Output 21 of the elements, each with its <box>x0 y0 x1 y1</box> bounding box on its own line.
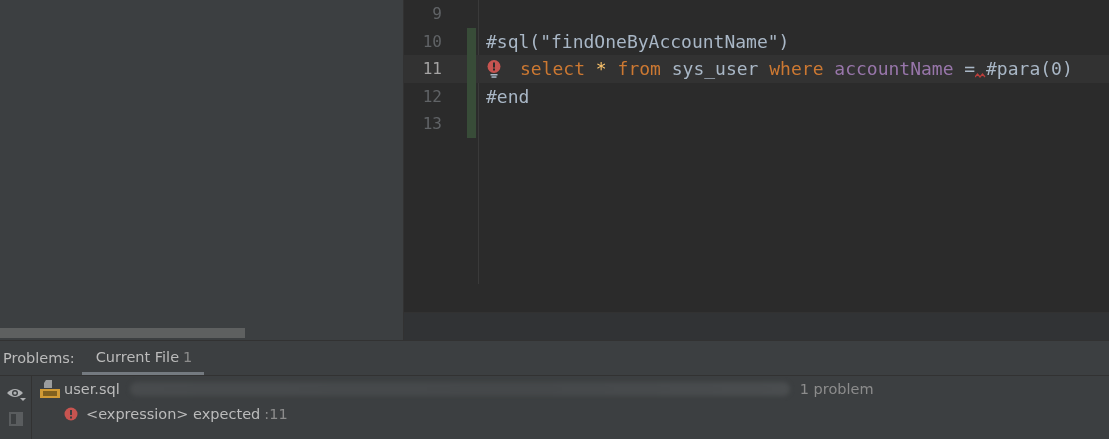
error-bulb-icon[interactable] <box>487 59 501 78</box>
code-line: #sql("findOneByAccountName") <box>486 30 790 52</box>
line-number: 12 <box>421 86 442 106</box>
code-line: select * from sys_user where accountName = #para(0) <box>520 58 1073 80</box>
error-icon <box>64 406 78 421</box>
line-number: 10 <box>421 31 442 51</box>
eye-icon[interactable] <box>5 386 26 402</box>
error-squiggle <box>975 73 987 79</box>
line-number: 13 <box>421 114 442 134</box>
problem-message[interactable]: <expression> expected <box>86 405 261 422</box>
problems-label: Problems: <box>3 350 75 366</box>
sql-file-icon <box>40 379 60 398</box>
problem-count: 1 problem <box>799 380 874 397</box>
line-number: 11 <box>421 59 442 79</box>
problem-location: :11 <box>264 405 288 422</box>
file-name[interactable]: user.sql <box>64 380 120 397</box>
code-editor[interactable]: 9 10 #sql("findOneByAccountName") 11 select * from sys_user where accountName = #para(0) 12 #end 13 <box>404 0 1109 312</box>
line-number: 9 <box>431 4 442 24</box>
scrollbar-thumb[interactable] <box>0 328 245 338</box>
code-line: #end <box>486 85 530 107</box>
current-file-tab[interactable]: Current File 1 <box>81 341 205 375</box>
